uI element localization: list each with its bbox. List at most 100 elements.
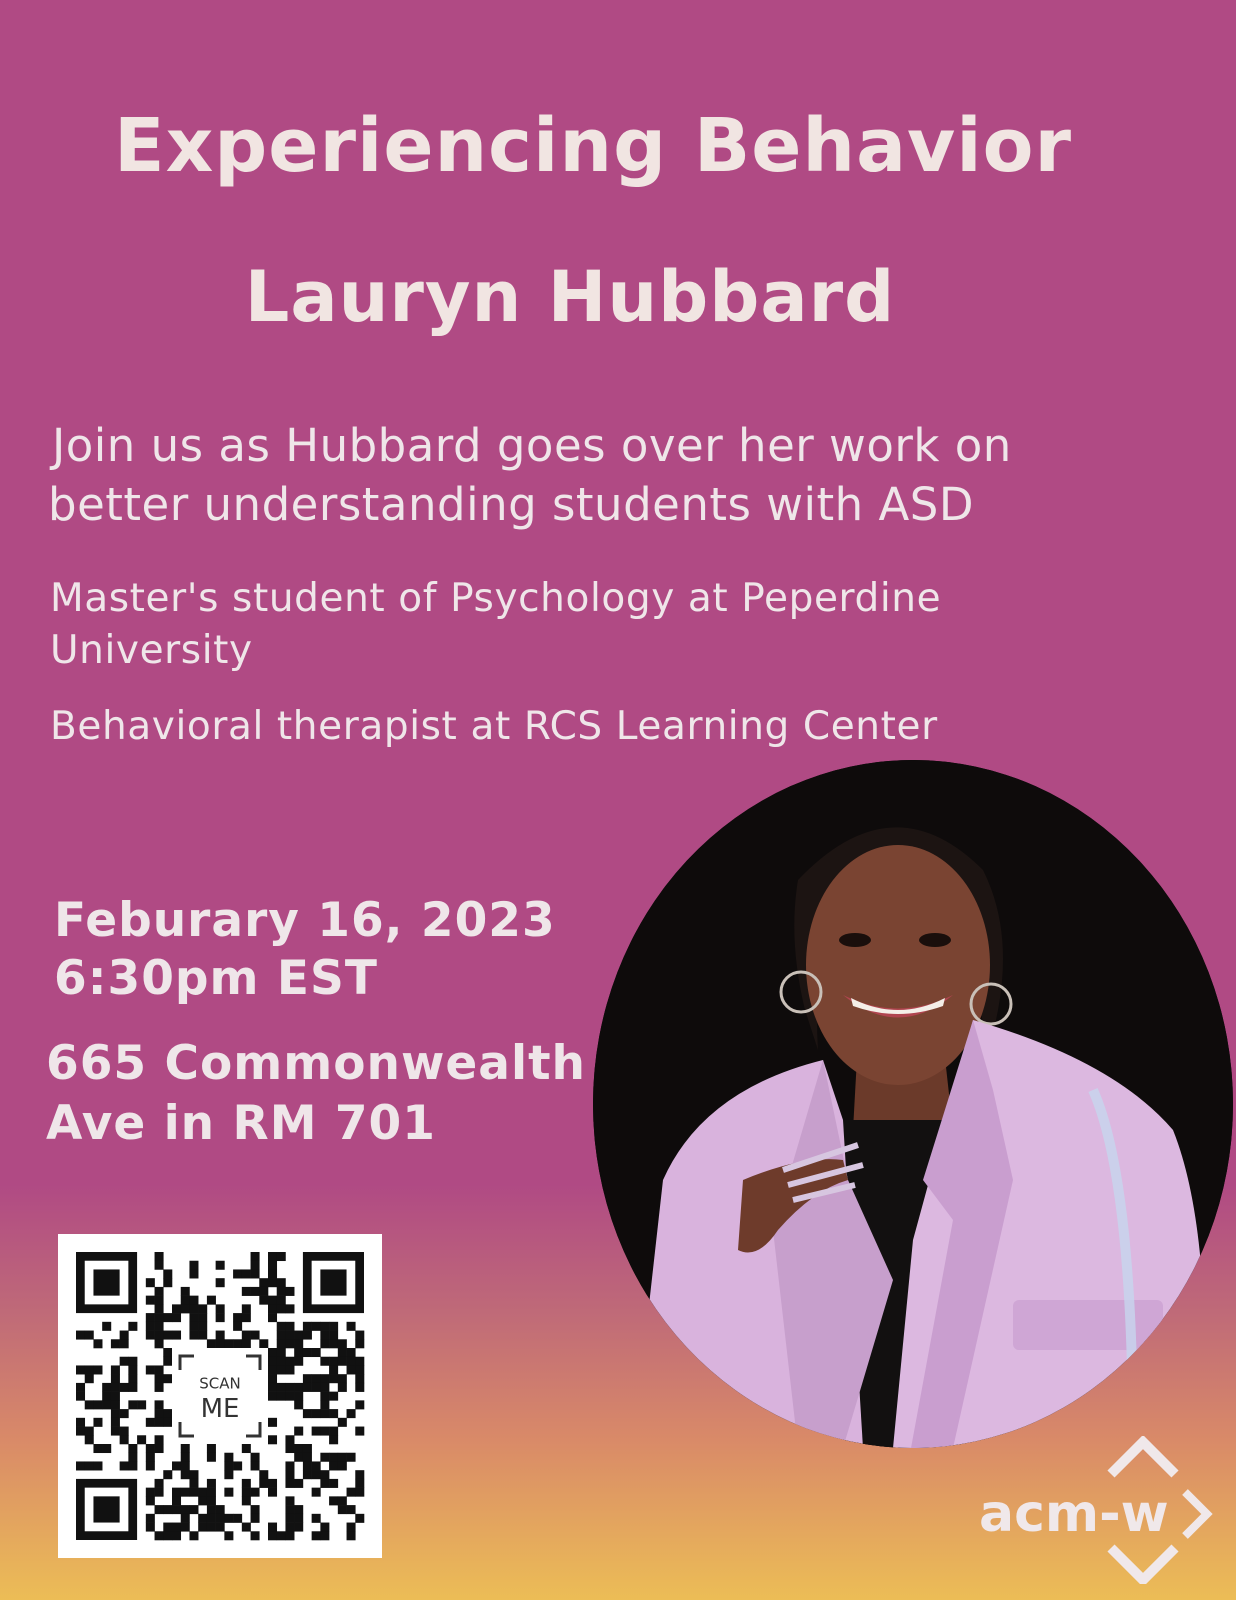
qr-module (302, 1348, 312, 1358)
qr-module (302, 1330, 312, 1340)
qr-module (119, 1382, 129, 1392)
qr-module (206, 1478, 216, 1488)
qr-module (198, 1487, 208, 1497)
qr-module (180, 1505, 190, 1515)
qr-module (250, 1330, 260, 1340)
qr-module (294, 1513, 304, 1523)
qr-module (355, 1513, 365, 1523)
qr-module (294, 1330, 304, 1340)
qr-module (215, 1260, 225, 1270)
qr-module (329, 1435, 339, 1445)
qr-module (294, 1478, 304, 1488)
qr-module (189, 1330, 199, 1340)
qr-module (355, 1365, 365, 1375)
qr-module (355, 1339, 365, 1349)
qr-module (241, 1269, 251, 1279)
qr-module (84, 1365, 94, 1375)
qr-code-graphic: SCAN ME (76, 1252, 365, 1541)
qr-module (189, 1505, 199, 1515)
qr-module (172, 1505, 182, 1515)
qr-module (128, 1461, 138, 1471)
qr-module (233, 1321, 243, 1331)
qr-module (346, 1356, 356, 1366)
qr-module (320, 1382, 330, 1392)
qr-module (355, 1374, 365, 1384)
qr-module (102, 1321, 112, 1331)
qr-module (206, 1505, 216, 1515)
qr-module (346, 1321, 356, 1331)
qr-module (276, 1252, 286, 1262)
qr-module (154, 1400, 164, 1410)
qr-module (241, 1522, 251, 1532)
qr-module (311, 1321, 321, 1331)
qr-module (172, 1304, 182, 1314)
qr-module (320, 1321, 330, 1331)
qr-module (163, 1505, 173, 1515)
qr-module (145, 1365, 155, 1375)
qr-module (163, 1278, 173, 1288)
qr-module (198, 1304, 208, 1314)
speaker-role-education: Master's student of Psychology at Peperd… (50, 573, 1150, 677)
qr-module (172, 1487, 182, 1497)
event-location: 665 Commonwealth Ave in RM 701 (46, 1034, 586, 1154)
qr-module (285, 1356, 295, 1366)
qr-module (154, 1330, 164, 1340)
qr-finder-inner (93, 1496, 120, 1523)
qr-module (215, 1505, 225, 1515)
qr-module (259, 1470, 269, 1480)
qr-module (294, 1400, 304, 1410)
qr-module (241, 1286, 251, 1296)
qr-module (145, 1461, 155, 1471)
qr-module (215, 1304, 225, 1314)
qr-module (137, 1435, 147, 1445)
qr-module (119, 1435, 129, 1445)
event-date: Feburary 16, 2023 (54, 893, 556, 948)
qr-module (163, 1356, 173, 1366)
qr-module (76, 1417, 86, 1427)
qr-module (268, 1278, 278, 1288)
qr-module (102, 1382, 112, 1392)
qr-code[interactable]: SCAN ME (58, 1234, 382, 1558)
qr-module (294, 1505, 304, 1515)
qr-module (285, 1339, 295, 1349)
qr-module (145, 1444, 155, 1454)
qr-module (268, 1417, 278, 1427)
qr-module (346, 1522, 356, 1532)
qr-module (180, 1522, 190, 1532)
qr-module (285, 1505, 295, 1515)
qr-module (268, 1348, 278, 1358)
qr-module (302, 1452, 312, 1462)
qr-module (337, 1339, 347, 1349)
qr-module (285, 1444, 295, 1454)
qr-module (355, 1478, 365, 1488)
qr-module (189, 1531, 199, 1541)
qr-module (206, 1496, 216, 1506)
qr-module (268, 1374, 278, 1384)
qr-module (102, 1444, 112, 1454)
qr-module (302, 1461, 312, 1471)
qr-module (163, 1348, 173, 1358)
qr-module (250, 1286, 260, 1296)
qr-module (250, 1531, 260, 1541)
qr-module (128, 1356, 138, 1366)
qr-module (84, 1426, 94, 1436)
qr-module (311, 1470, 321, 1480)
qr-module (189, 1470, 199, 1480)
qr-module (119, 1330, 129, 1340)
qr-module (198, 1522, 208, 1532)
qr-module (180, 1286, 190, 1296)
qr-module (241, 1444, 251, 1454)
qr-module (285, 1382, 295, 1392)
qr-module (128, 1321, 138, 1331)
qr-module (145, 1313, 155, 1323)
qr-module (320, 1531, 330, 1541)
qr-module (172, 1496, 182, 1506)
qr-module (154, 1374, 164, 1384)
qr-module (154, 1531, 164, 1541)
qr-module (285, 1531, 295, 1541)
qr-module (215, 1330, 225, 1340)
qr-module (285, 1461, 295, 1471)
qr-module (320, 1339, 330, 1349)
qr-module (145, 1278, 155, 1288)
qr-module (84, 1435, 94, 1445)
